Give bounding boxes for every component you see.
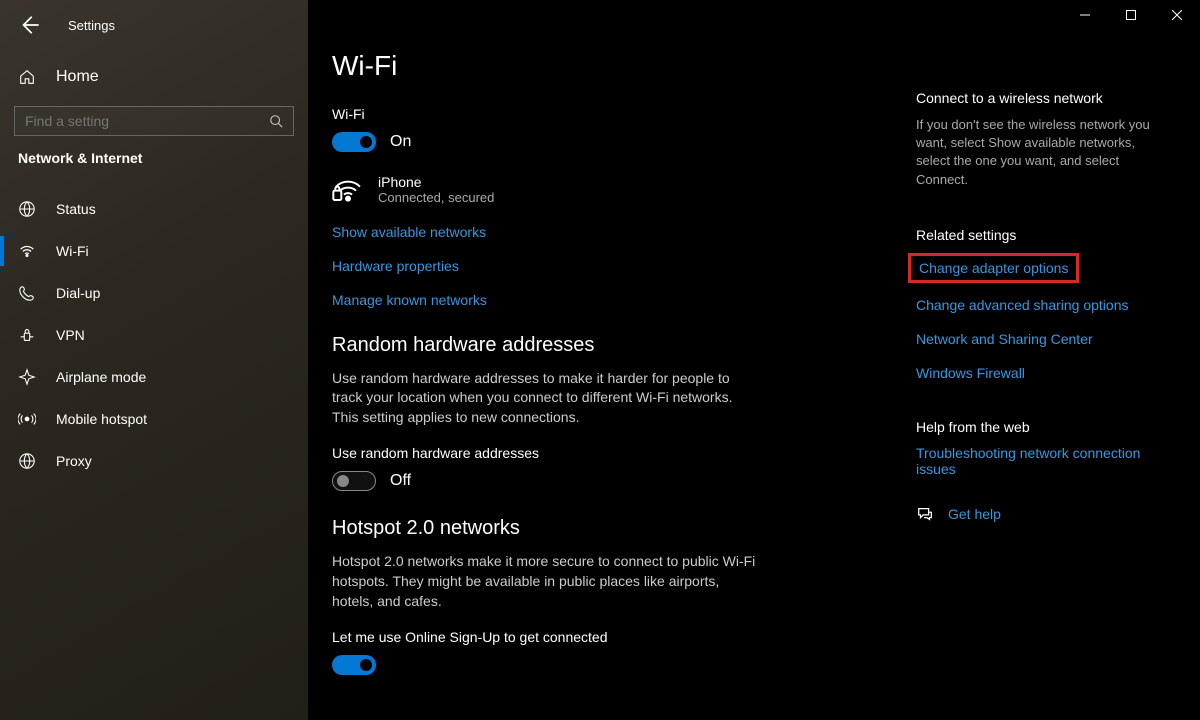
globe-icon — [18, 200, 36, 218]
network-status: Connected, secured — [378, 190, 494, 205]
connect-heading: Connect to a wireless network — [916, 90, 1160, 106]
windows-firewall-link[interactable]: Windows Firewall — [916, 365, 1160, 381]
search-icon — [269, 114, 283, 128]
home-label: Home — [56, 68, 99, 86]
wifi-toggle-state: On — [390, 133, 411, 151]
hotspot-desc: Hotspot 2.0 networks make it more secure… — [332, 552, 762, 611]
maximize-button[interactable] — [1108, 0, 1154, 30]
random-hw-toggle[interactable] — [332, 471, 376, 491]
phone-icon — [18, 284, 36, 302]
hardware-properties-link[interactable]: Hardware properties — [332, 258, 884, 274]
random-hw-toggle-label: Use random hardware addresses — [332, 445, 884, 461]
troubleshoot-link[interactable]: Troubleshooting network connection issue… — [916, 445, 1160, 477]
content: Wi-Fi Wi-Fi On iPhone Connected, secured… — [308, 0, 908, 720]
wifi-label: Wi-Fi — [332, 106, 884, 122]
hotspot-icon — [18, 410, 36, 428]
wifi-toggle-row: On — [332, 132, 884, 152]
hotspot-toggle[interactable] — [332, 655, 376, 675]
random-hw-title: Random hardware addresses — [332, 334, 884, 357]
titlebar: Settings — [0, 14, 308, 36]
random-hw-desc: Use random hardware addresses to make it… — [332, 369, 762, 428]
minimize-icon — [1080, 10, 1090, 20]
sidebar-item-proxy[interactable]: Proxy — [0, 440, 308, 482]
sidebar-item-vpn[interactable]: VPN — [0, 314, 308, 356]
wifi-toggle[interactable] — [332, 132, 376, 152]
proxy-icon — [18, 452, 36, 470]
highlight-box: Change adapter options — [908, 253, 1079, 283]
search-box[interactable] — [14, 106, 294, 136]
nav-label: Wi-Fi — [56, 243, 89, 259]
nav-label: Mobile hotspot — [56, 411, 147, 427]
sidebar-item-dialup[interactable]: Dial-up — [0, 272, 308, 314]
arrow-left-icon — [18, 14, 40, 36]
nav-label: Dial-up — [56, 285, 100, 301]
right-panel: Connect to a wireless network If you don… — [908, 0, 1178, 720]
minimize-button[interactable] — [1062, 0, 1108, 30]
change-adapter-link[interactable]: Change adapter options — [919, 260, 1068, 276]
hotspot-title: Hotspot 2.0 networks — [332, 517, 884, 540]
nav-label: Proxy — [56, 453, 92, 469]
help-heading: Help from the web — [916, 419, 1160, 435]
window-controls — [1062, 0, 1200, 30]
vpn-icon — [18, 326, 36, 344]
search-input[interactable] — [25, 113, 269, 129]
sidebar-item-wifi[interactable]: Wi-Fi — [0, 230, 308, 272]
nav-label: Airplane mode — [56, 369, 146, 385]
home-icon — [18, 68, 36, 86]
app-title: Settings — [68, 18, 115, 33]
main-area: Wi-Fi Wi-Fi On iPhone Connected, secured… — [308, 0, 1200, 720]
wifi-secured-icon — [332, 176, 364, 208]
maximize-icon — [1126, 10, 1136, 20]
get-help-row[interactable]: Get help — [916, 505, 1160, 523]
sidebar-item-hotspot[interactable]: Mobile hotspot — [0, 398, 308, 440]
get-help-label: Get help — [948, 506, 1001, 522]
sidebar-item-status[interactable]: Status — [0, 188, 308, 230]
hotspot-toggle-label: Let me use Online Sign-Up to get connect… — [332, 629, 884, 645]
close-icon — [1172, 10, 1182, 20]
nav-list: Status Wi-Fi Dial-up VPN Airplane mode M… — [0, 188, 308, 482]
back-button[interactable] — [18, 14, 40, 36]
network-center-link[interactable]: Network and Sharing Center — [916, 331, 1160, 347]
sidebar: Settings Home Network & Internet Status … — [0, 0, 308, 720]
manage-known-link[interactable]: Manage known networks — [332, 292, 884, 308]
sidebar-item-airplane[interactable]: Airplane mode — [0, 356, 308, 398]
close-button[interactable] — [1154, 0, 1200, 30]
wifi-icon — [18, 242, 36, 260]
page-title: Wi-Fi — [332, 50, 884, 82]
show-networks-link[interactable]: Show available networks — [332, 224, 884, 240]
random-hw-toggle-state: Off — [390, 472, 411, 490]
connect-text: If you don't see the wireless network yo… — [916, 116, 1160, 189]
chat-icon — [916, 505, 934, 523]
change-sharing-link[interactable]: Change advanced sharing options — [916, 297, 1160, 313]
category-label: Network & Internet — [0, 150, 308, 166]
random-hw-toggle-row: Off — [332, 471, 884, 491]
hotspot-toggle-row — [332, 655, 884, 675]
nav-label: Status — [56, 201, 96, 217]
home-button[interactable]: Home — [0, 58, 308, 96]
network-name: iPhone — [378, 174, 494, 190]
related-heading: Related settings — [916, 227, 1160, 243]
current-network[interactable]: iPhone Connected, secured — [332, 174, 884, 208]
airplane-icon — [18, 368, 36, 386]
nav-label: VPN — [56, 327, 85, 343]
